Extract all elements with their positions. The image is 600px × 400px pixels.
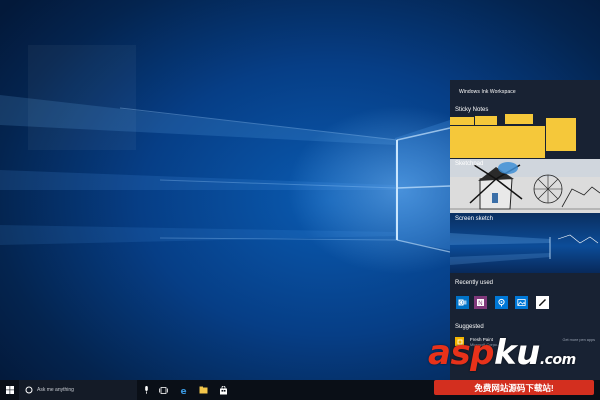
pen-icon[interactable]	[536, 296, 549, 309]
suggested-label: Suggested	[455, 324, 484, 330]
outlook-icon[interactable]: O	[456, 296, 469, 309]
watermark-caption: 免费网站源码下载站!	[434, 380, 594, 395]
sketchpad-label: Sketchpad	[455, 161, 484, 167]
cortana-search-box[interactable]: Ask me anything	[19, 380, 137, 400]
sticky-note	[475, 116, 497, 125]
sticky-note	[450, 126, 545, 158]
svg-text:N: N	[478, 301, 482, 307]
sticky-note	[450, 117, 474, 125]
microphone-icon[interactable]	[140, 380, 152, 400]
search-placeholder: Ask me anything	[37, 387, 74, 393]
sticky-notes-label: Sticky Notes	[455, 107, 489, 113]
onenote-icon[interactable]: N	[474, 296, 487, 309]
recently-used-label: Recently used	[455, 280, 494, 286]
svg-text:O: O	[459, 301, 463, 307]
task-view-icon[interactable]	[156, 380, 170, 400]
maps-icon[interactable]	[495, 296, 508, 309]
windows-logo-icon	[5, 386, 14, 394]
screen-sketch-preview	[450, 233, 599, 265]
aspku-watermark-logo: aspku.com	[428, 333, 576, 373]
edge-browser-icon[interactable]: e	[177, 380, 191, 400]
screen-sketch-label: Screen sketch	[455, 216, 494, 222]
sticky-note	[505, 114, 533, 124]
sketch-drawing	[450, 159, 600, 213]
panel-title: Windows Ink Workspace	[459, 89, 516, 95]
file-explorer-icon[interactable]	[196, 380, 210, 400]
sketchpad-tile[interactable]: Sketchpad	[450, 159, 600, 213]
photos-icon[interactable]	[515, 296, 528, 309]
start-button[interactable]	[0, 380, 19, 400]
sticky-notes-tile[interactable]	[450, 114, 600, 158]
cortana-icon	[25, 386, 33, 394]
sticky-note	[546, 118, 576, 151]
screen-sketch-tile[interactable]: Screen sketch	[450, 213, 600, 273]
svg-text:e: e	[180, 387, 186, 395]
store-icon[interactable]	[216, 380, 230, 400]
